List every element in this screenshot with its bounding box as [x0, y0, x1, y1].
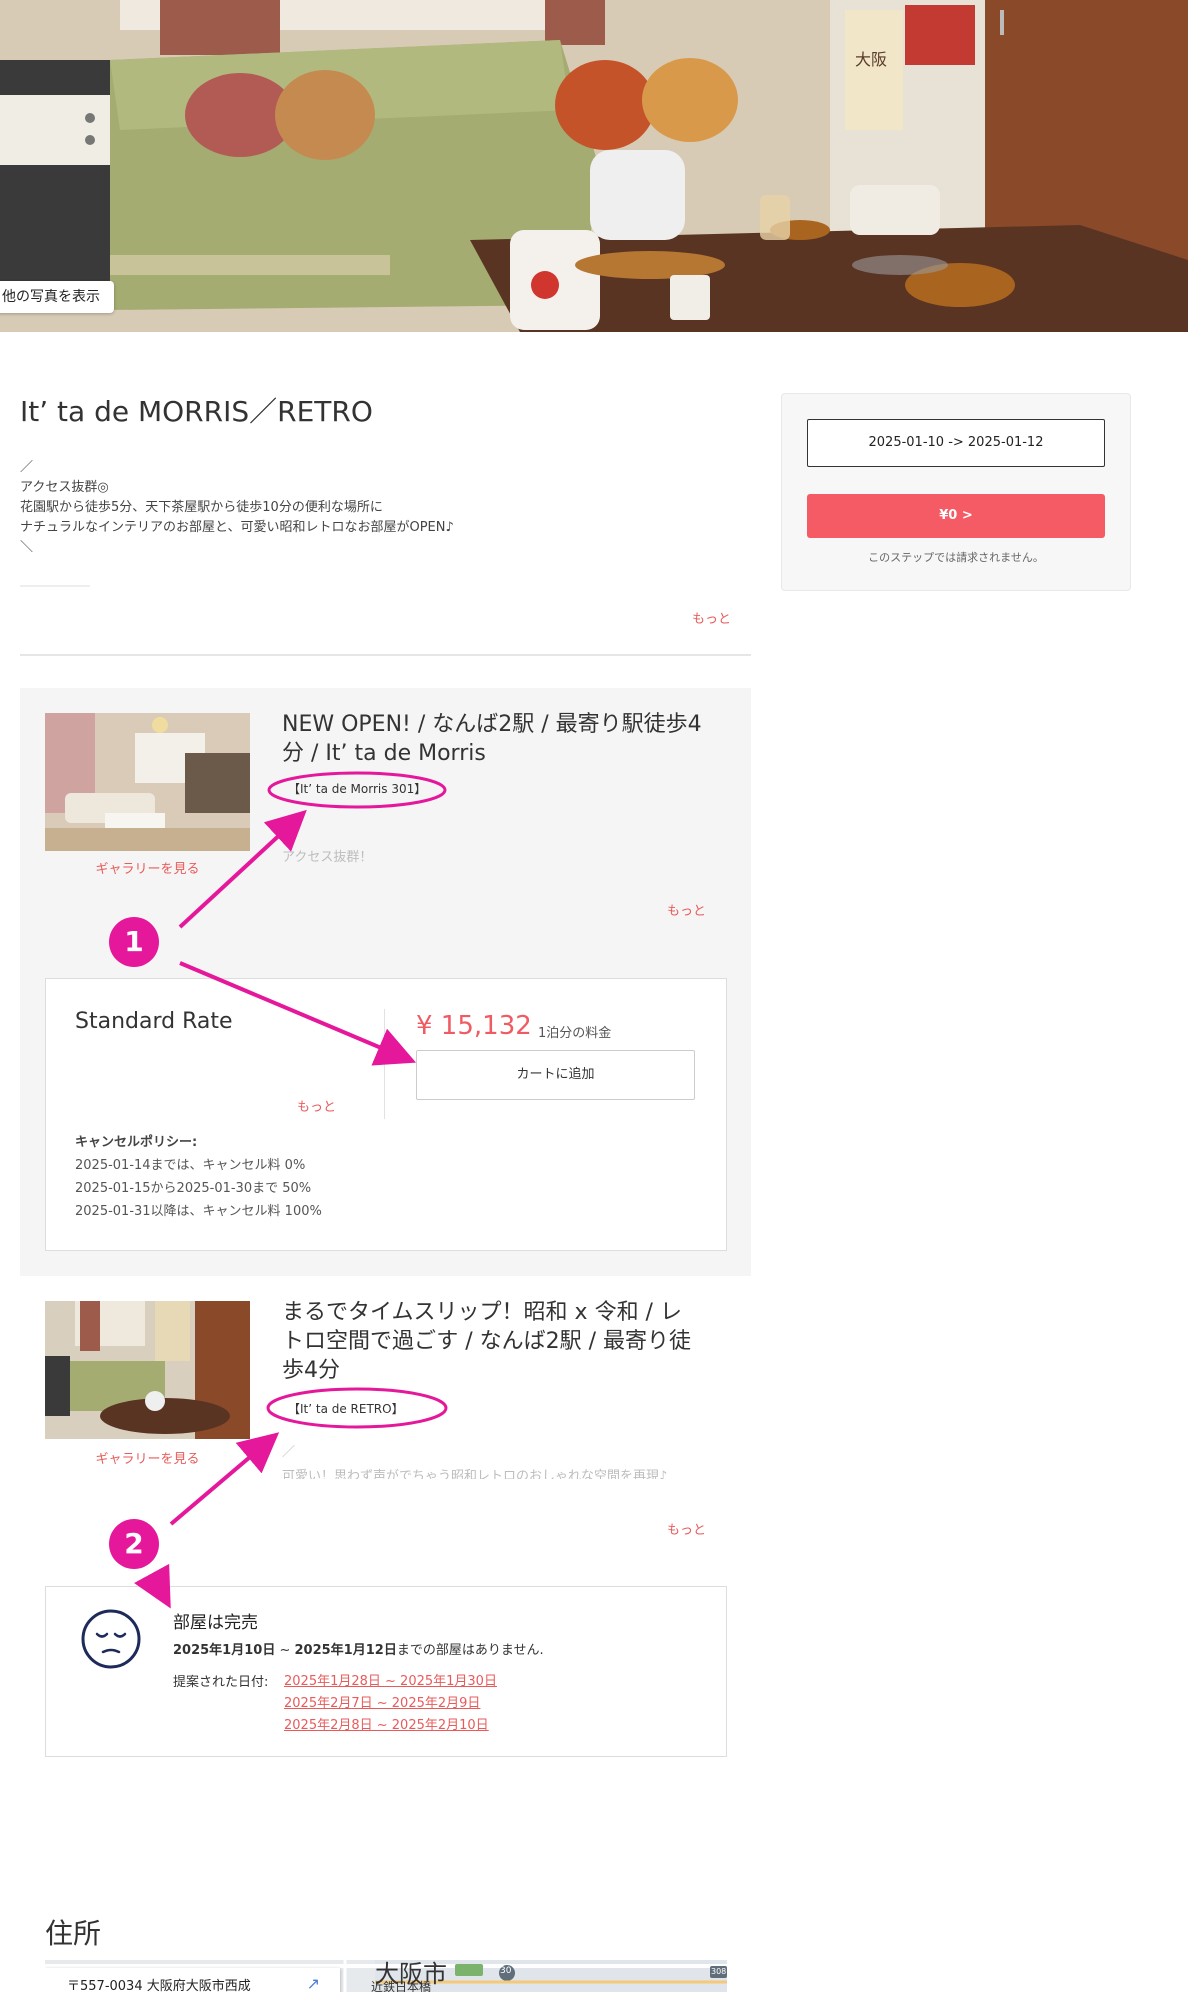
- room-card: ギャラリーを見る NEW OPEN! / なんば2駅 / 最寄り駅徒歩4 分 /…: [20, 688, 751, 1276]
- room-title-line: NEW OPEN! / なんば2駅 / 最寄り駅徒歩4: [282, 712, 702, 737]
- address-title: 住所: [45, 1917, 102, 1950]
- room-title: まるでタイムスリップ！昭和 x 令和 / レ トロ空間で過ごす / なんば2駅 …: [282, 1298, 691, 1385]
- book-price-button[interactable]: ¥0 >: [807, 494, 1105, 538]
- room-description-faded: アクセス抜群！: [282, 850, 373, 865]
- room-subtitle: 【It’ ta de RETRO】: [288, 1402, 404, 1416]
- cancel-policy-line: 2025-01-31以降は、キャンセル料 100%: [75, 1204, 322, 1219]
- room-thumbnail[interactable]: [45, 713, 250, 851]
- sold-out-message-text: までの部屋はありません.: [396, 1643, 544, 1658]
- suggested-dates-list: 2025年1月28日 ~ 2025年1月30日 2025年2月7日 ~ 2025…: [284, 1671, 497, 1737]
- room-title-line: トロ空間で過ごす / なんば2駅 / 最寄り徒: [282, 1329, 692, 1354]
- rate-more-link[interactable]: もっと: [297, 1096, 336, 1115]
- rate-card: Standard Rate もっと ¥ 15,132 1泊分の料金 カートに追加…: [45, 978, 727, 1251]
- booking-note: このステップでは請求されません。: [868, 551, 1044, 564]
- map-label: 308: [711, 1967, 727, 1976]
- section-divider: [20, 654, 751, 656]
- sold-out-title: 部屋は完売: [173, 1613, 258, 1633]
- annotation-badge: 2: [109, 1519, 159, 1569]
- gallery-link[interactable]: ギャラリーを見る: [45, 858, 250, 877]
- room-subtitle: 【It’ ta de Morris 301】: [288, 782, 427, 796]
- sold-out-panel: 部屋は完売 2025年1月10日 ~ 2025年1月12日までの部屋はありません…: [45, 1586, 727, 1757]
- rate-name: Standard Rate: [75, 1009, 233, 1034]
- room-more-link[interactable]: もっと: [667, 1519, 706, 1538]
- room-description-faded: ／: [282, 1445, 296, 1460]
- sold-out-date-separator: ~: [275, 1643, 295, 1658]
- room-more-link[interactable]: もっと: [667, 900, 706, 919]
- description-line: アクセス抜群◎: [20, 480, 109, 495]
- map-label: 近鉄日本橋: [371, 1980, 432, 1992]
- date-range-field[interactable]: 2025-01-10 -> 2025-01-12: [807, 419, 1105, 467]
- show-photos-button[interactable]: 他の写真を表示: [0, 281, 114, 313]
- suggested-dates-label: 提案された日付:: [173, 1675, 269, 1690]
- poster: [845, 10, 903, 130]
- gallery-link[interactable]: ギャラリーを見る: [45, 1448, 250, 1467]
- open-map-icon[interactable]: ↗: [307, 1974, 320, 1992]
- property-more-link[interactable]: もっと: [692, 608, 731, 627]
- sad-face-icon: [81, 1609, 141, 1669]
- fade-divider: [20, 585, 90, 587]
- map-label: 30: [500, 1966, 512, 1976]
- add-to-cart-button[interactable]: カートに追加: [416, 1050, 695, 1100]
- description-line: ＼: [20, 540, 34, 555]
- rate-price: ¥ 15,132: [416, 1011, 532, 1041]
- cancel-policy-line: 2025-01-15から2025-01-30まで 50%: [75, 1181, 312, 1196]
- cancel-policy: キャンセルポリシー: 2025-01-14までは、キャンセル料 0% 2025-…: [75, 1131, 322, 1223]
- description-line: 花園駅から徒歩5分、天下茶屋駅から徒歩10分の便利な場所に: [20, 500, 383, 515]
- property-title: It’ ta de MORRIS／RETRO: [20, 395, 373, 428]
- description-line: ナチュラルなインテリアのお部屋と、可愛い昭和レトロなお部屋がOPEN♪: [20, 520, 454, 535]
- booking-panel: 2025-01-10 -> 2025-01-12 ¥0 > このステップでは請求…: [781, 393, 1131, 591]
- map-address-text: 〒557-0034 大阪府大阪市西成: [67, 1979, 251, 1992]
- cancel-policy-heading: キャンセルポリシー:: [75, 1135, 198, 1150]
- room-thumbnail[interactable]: [45, 1301, 250, 1439]
- map[interactable]: 大阪市 近鉄日本橋 30 308 〒557-0034 大阪府大阪市西成 ↗: [45, 1960, 727, 1992]
- rate-divider: [384, 1009, 385, 1119]
- sold-out-start-date: 2025年1月10日: [173, 1643, 276, 1658]
- poster-text: 大阪: [855, 50, 887, 69]
- room-title-line: まるでタイムスリップ！昭和 x 令和 / レ: [282, 1300, 682, 1325]
- suggested-date-link[interactable]: 2025年2月7日 ~ 2025年2月9日: [284, 1693, 497, 1715]
- hero-image: 大阪: [0, 0, 1188, 332]
- room-title-line: 歩4分: [282, 1358, 340, 1383]
- room-title-line: 分 / It’ ta de Morris: [282, 741, 486, 766]
- room-description-faded: 可愛い！思わず声がでちゃう昭和レトロのおしゃれな空間を再現♪: [282, 1469, 668, 1479]
- map-address-card: 〒557-0034 大阪府大阪市西成 ↗: [45, 1968, 340, 1992]
- suggested-date-link[interactable]: 2025年2月8日 ~ 2025年2月10日: [284, 1715, 497, 1737]
- room-title: NEW OPEN! / なんば2駅 / 最寄り駅徒歩4 分 / It’ ta d…: [282, 710, 702, 768]
- annotation-badge: 1: [109, 917, 159, 967]
- description-line: ／: [20, 460, 34, 475]
- cancel-policy-line: 2025-01-14までは、キャンセル料 0%: [75, 1158, 306, 1173]
- suggested-date-link[interactable]: 2025年1月28日 ~ 2025年1月30日: [284, 1671, 497, 1693]
- sold-out-message: 2025年1月10日 ~ 2025年1月12日までの部屋はありません.: [173, 1639, 544, 1658]
- price-per-night-label: 1泊分の料金: [538, 1026, 612, 1041]
- property-description: ／ アクセス抜群◎ 花園駅から徒歩5分、天下茶屋駅から徒歩10分の便利な場所に …: [20, 458, 720, 558]
- sold-out-end-date: 2025年1月12日: [294, 1643, 397, 1658]
- hero-photo[interactable]: 大阪 他の写真を表示: [0, 0, 1188, 332]
